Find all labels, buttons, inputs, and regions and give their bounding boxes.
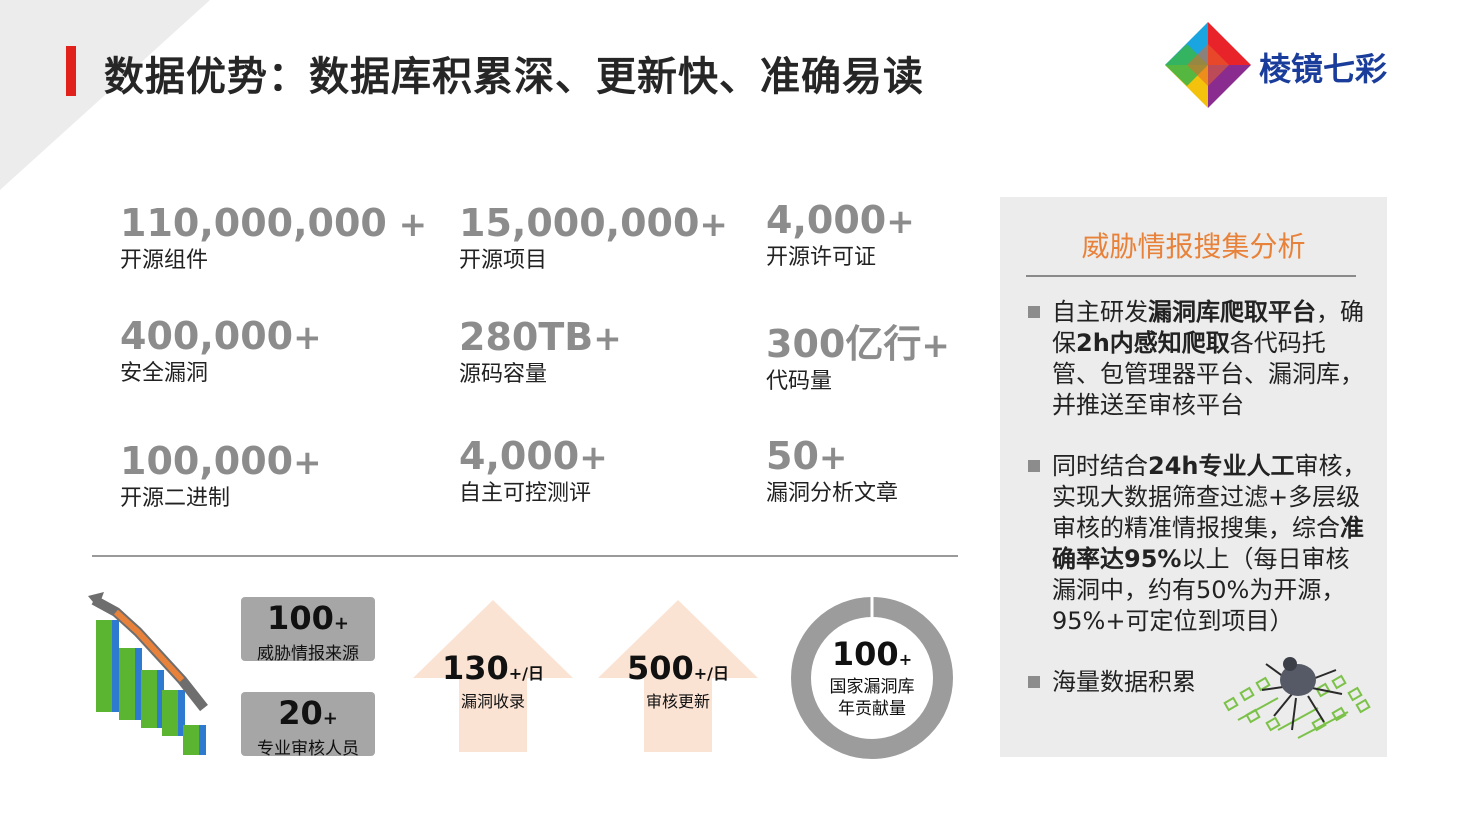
stat-evaluations: 4,000+ 自主可控测评 (459, 435, 608, 509)
stat-lines-of-code: 300亿行+ 代码量 (766, 323, 950, 397)
item-bold: 24h专业人工 (1148, 452, 1295, 480)
stat-label: 自主可控测评 (459, 481, 592, 506)
stat-suffix: + (921, 326, 950, 366)
stat-suffix: + (293, 318, 322, 358)
stat-vulnerabilities: 400,000+ 安全漏洞 (120, 315, 322, 389)
item-bold: 漏洞库爬取平台 (1148, 298, 1316, 326)
declining-bars-icon (88, 592, 208, 755)
vuln-intake-arrow: 130+/日 漏洞收录 (413, 600, 573, 752)
panel-item-crawler: 自主研发漏洞库爬取平台，确保2h内感知爬取各代码托管、包管理器平台、漏洞库，并推… (1028, 297, 1373, 421)
stat-suffix: + (386, 205, 428, 245)
national-contribution-donut: 100+ 国家漏洞库 年贡献量 (790, 596, 954, 760)
stat-label: 开源组件 (120, 248, 209, 273)
box-suffix: + (322, 708, 338, 729)
donut-label-line2: 年贡献量 (838, 699, 906, 719)
section-divider (92, 555, 958, 557)
bug-spider-icon (1223, 657, 1371, 739)
stat-suffix: + (293, 443, 322, 483)
stat-components: 110,000,000 + 开源组件 (120, 202, 427, 276)
stat-number: 50 (766, 434, 819, 478)
stat-label: 开源项目 (459, 248, 548, 273)
stat-projects: 15,000,000+ 开源项目 (459, 202, 728, 276)
reviewers-box: 20+ 专业审核人员 (241, 692, 375, 759)
stat-source-capacity: 280TB+ 源码容量 (459, 316, 622, 390)
stat-number: 4,000 (766, 198, 887, 242)
stat-number: 280TB (459, 315, 594, 359)
donut-number: 100 (831, 635, 899, 673)
stat-suffix: + (593, 319, 622, 359)
stat-suffix: + (579, 438, 608, 478)
donut-label-line1: 国家漏洞库 (829, 677, 915, 697)
stat-label: 代码量 (766, 369, 833, 394)
stat-suffix: + (818, 438, 848, 478)
arrow-number: 130 (441, 649, 509, 687)
threat-sources-box: 100+ 威胁情报来源 (241, 597, 375, 664)
box-number: 20 (278, 694, 323, 732)
box-label: 威胁情报来源 (257, 644, 359, 664)
arrow-suffix: +/日 (508, 664, 545, 683)
stat-suffix: + (886, 202, 915, 242)
logo: 棱镜七彩 (1163, 20, 1403, 110)
item-text: 自主研发 (1052, 298, 1148, 326)
bullet-square-icon (1028, 460, 1040, 472)
stat-articles: 50+ 漏洞分析文章 (766, 435, 898, 509)
stat-label: 源码容量 (459, 362, 548, 387)
box-label: 专业审核人员 (257, 739, 359, 759)
box-number: 100 (267, 599, 334, 637)
arrow-number: 500 (626, 649, 694, 687)
panel-title: 威胁情报搜集分析 (1081, 230, 1306, 263)
stat-number: 300亿行 (766, 322, 922, 366)
stat-label: 漏洞分析文章 (766, 481, 899, 506)
bullet-square-icon (1028, 676, 1040, 688)
panel-item-review: 同时结合24h专业人工审核，实现大数据筛查过滤+多层级审核的精准情报搜集，综合准… (1028, 451, 1373, 637)
stat-number: 110,000,000 (120, 201, 387, 245)
stat-label: 安全漏洞 (120, 361, 209, 386)
item-text: 同时结合 (1052, 452, 1148, 480)
box-suffix: + (333, 613, 349, 634)
stat-number: 15,000,000 (459, 201, 700, 245)
prism-logo-icon (1165, 22, 1251, 108)
stat-binaries: 100,000+ 开源二进制 (120, 440, 322, 514)
stat-number: 100,000 (120, 439, 294, 483)
stat-licenses: 4,000+ 开源许可证 (766, 199, 915, 273)
item-bold: 2h内感知爬取 (1076, 329, 1230, 357)
review-update-arrow: 500+/日 审核更新 (598, 600, 758, 752)
donut-suffix: + (898, 650, 913, 669)
logo-text: 棱镜七彩 (1259, 50, 1388, 88)
arrow-suffix: +/日 (693, 664, 730, 683)
arrow-label: 审核更新 (645, 692, 710, 711)
bullet-square-icon (1028, 306, 1040, 318)
arrow-label: 漏洞收录 (460, 692, 525, 711)
stat-number: 400,000 (120, 314, 294, 358)
stat-suffix: + (699, 205, 728, 245)
page-title: 数据优势：数据库积累深、更新快、准确易读 (104, 54, 924, 100)
panel-rule (1026, 275, 1356, 277)
title-accent-bar (66, 46, 76, 96)
stat-label: 开源许可证 (766, 245, 877, 270)
stat-number: 4,000 (459, 434, 580, 478)
stat-label: 开源二进制 (120, 486, 231, 511)
